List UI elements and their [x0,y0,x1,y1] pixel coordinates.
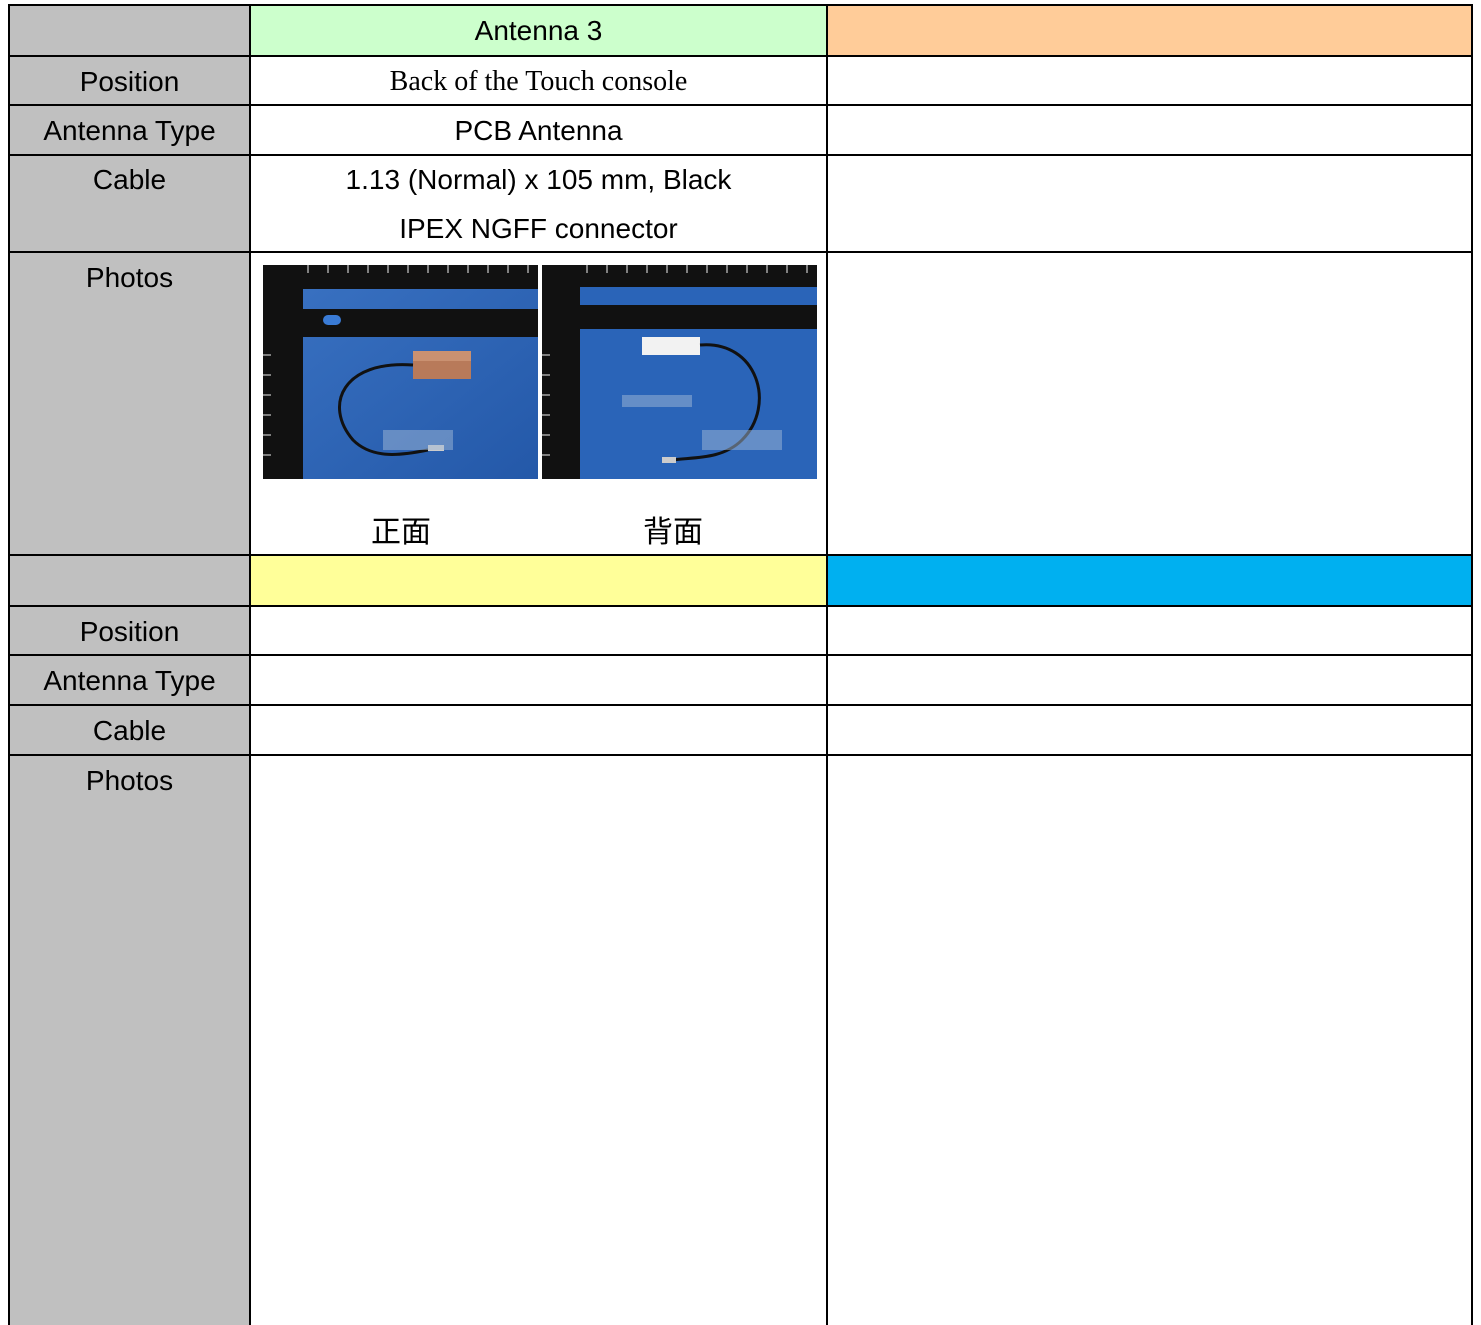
position-value-2 [826,55,1473,104]
bottom-position-value-2 [826,605,1473,654]
position-value: Back of the Touch console [249,55,826,104]
cable-label: Cable [8,154,249,251]
bottom-cable-value-2 [826,704,1473,754]
antenna-photos: 正面 背面 [263,265,817,550]
antenna-type-label: Antenna Type [8,104,249,154]
photos-cell-2 [826,251,1473,554]
antenna-3-header: Antenna 3 [249,4,826,55]
position-label: Position [8,55,249,104]
antenna-spec-sheet: Antenna 3 Position Back of the Touch con… [0,0,1481,1325]
bottom-antenna-type-value-2 [826,654,1473,704]
front-photo [263,265,538,479]
ruler-icon [542,265,817,479]
bottom-antenna-type-label: Antenna Type [8,654,249,704]
bottom-photos-cell [249,754,826,1325]
yellow-header-cell [249,554,826,605]
antenna-3-title: Antenna 3 [474,15,603,46]
photos-cell: 正面 背面 [249,251,826,554]
bottom-photos-cell-2 [826,754,1473,1325]
back-photo [542,265,817,479]
bottom-position-label: Position [8,605,249,654]
bottom-cable-value [249,704,826,754]
cable-value: 1.13 (Normal) x 105 mm, Black IPEX NGFF … [249,154,826,251]
cable-line-1: 1.13 (Normal) x 105 mm, Black [345,164,732,195]
ruler-icon [263,265,538,479]
front-caption: 正面 [371,515,431,550]
cable-line-2: IPEX NGFF connector [399,213,678,244]
photos-label: Photos [8,251,249,554]
blue-header-cell [826,554,1473,605]
back-caption: 背面 [643,515,703,550]
bottom-photos-label: Photos [8,754,249,1325]
antenna-type-value: PCB Antenna [249,104,826,154]
antenna-pcb-icon [413,351,471,379]
bottom-cable-label: Cable [8,704,249,754]
header-blank-cell [8,4,249,55]
orange-header-cell [826,4,1473,55]
bottom-position-value [249,605,826,654]
bottom-header-blank-cell [8,554,249,605]
bottom-antenna-type-value [249,654,826,704]
antenna-type-value-2 [826,104,1473,154]
cable-value-2 [826,154,1473,251]
